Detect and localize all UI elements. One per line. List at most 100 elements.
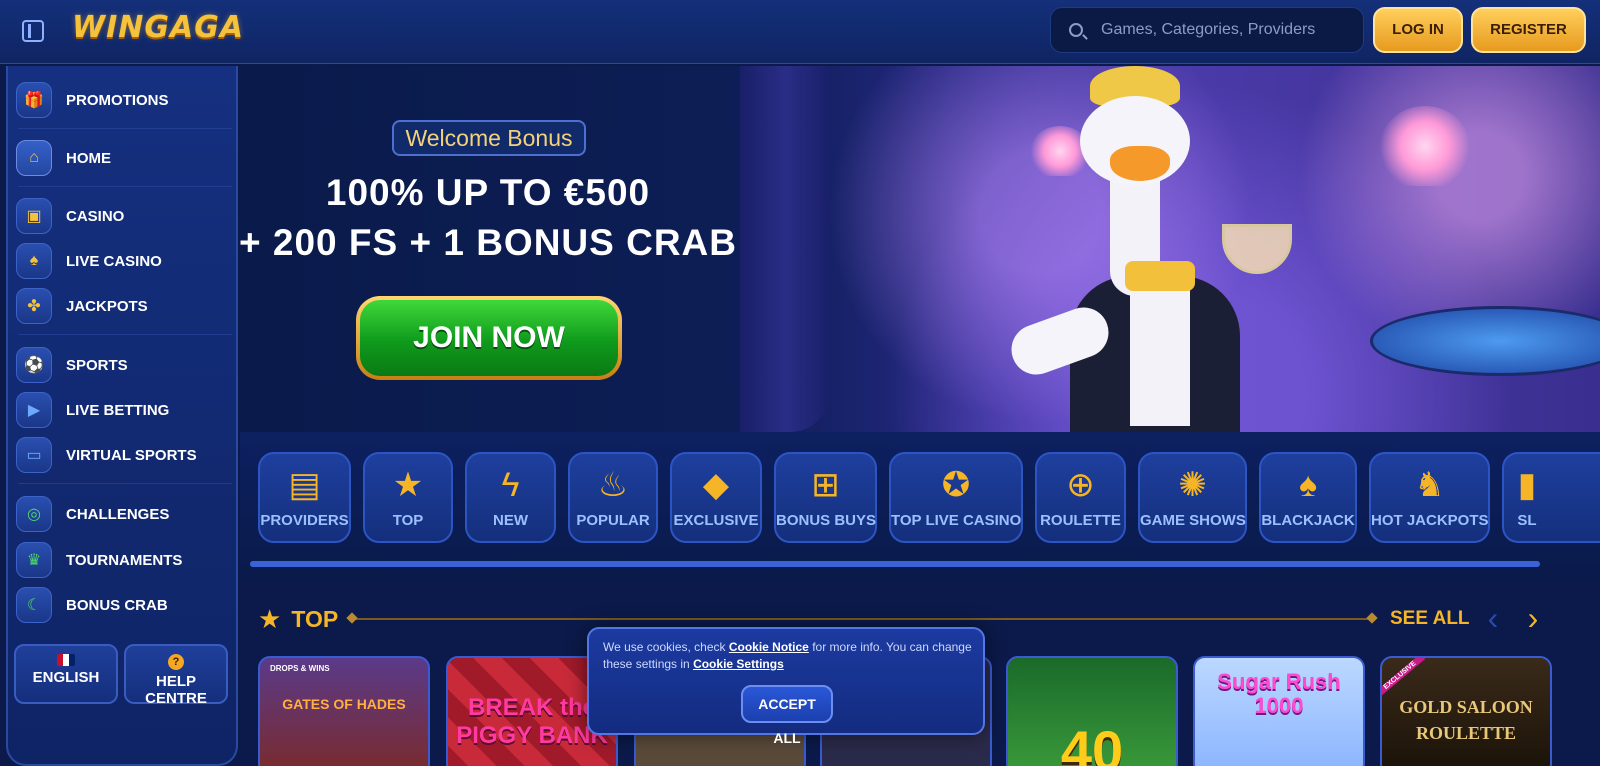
- language-button[interactable]: ENGLISH: [14, 644, 118, 704]
- play-icon: ▶: [16, 392, 52, 428]
- top-header: WINGAGA LOG IN REGISTER: [0, 0, 1600, 64]
- sidebar-item-label: SPORTS: [66, 356, 128, 374]
- sidebar-item-promotions[interactable]: 🎁 PROMOTIONS: [16, 80, 230, 120]
- search-input[interactable]: [1101, 8, 1356, 52]
- chandelier-decoration: [1380, 106, 1470, 186]
- site-logo[interactable]: WINGAGA: [72, 10, 244, 45]
- category-top[interactable]: ★ TOP: [363, 452, 453, 543]
- roulette-icon: ⊕: [1066, 466, 1095, 504]
- game-title: GATES OF HADES: [282, 696, 406, 712]
- category-slots[interactable]: ▮ SL: [1502, 452, 1600, 543]
- category-label: NEW: [493, 512, 528, 529]
- gift-box-icon: ⊞: [811, 466, 840, 504]
- soccer-ball-icon: ⚽: [16, 347, 52, 383]
- sidebar-item-casino[interactable]: ▣ CASINO: [16, 196, 230, 236]
- question-icon: ?: [168, 654, 184, 670]
- sidebar-divider: [18, 186, 232, 187]
- cookie-notice-link[interactable]: Cookie Notice: [729, 640, 809, 654]
- sidebar-item-live-betting[interactable]: ▶ LIVE BETTING: [16, 390, 230, 430]
- sidebar-item-label: LIVE CASINO: [66, 252, 162, 270]
- medal-icon: ✪: [941, 466, 971, 504]
- game-badge: DROPS & WINS: [270, 664, 330, 673]
- hero-headline: 100% UP TO €500: [325, 172, 651, 213]
- category-label: GAME SHOWS: [1140, 512, 1246, 529]
- book-icon: ▤: [288, 466, 321, 504]
- section-divider: [352, 618, 1372, 620]
- exclusive-badge: EXCLUSIVE: [1382, 658, 1426, 698]
- crab-icon: ☾: [16, 587, 52, 623]
- join-now-label: JOIN NOW: [360, 300, 618, 376]
- category-label: TOP LIVE CASINO: [891, 512, 1022, 529]
- lightning-icon: ϟ: [501, 466, 520, 504]
- slot-icon: ▮: [1517, 466, 1537, 504]
- chevron-right-icon[interactable]: ›: [1518, 600, 1548, 636]
- category-new[interactable]: ϟ NEW: [465, 452, 556, 543]
- category-top-live-casino[interactable]: ✪ TOP LIVE CASINO: [889, 452, 1023, 543]
- clover-icon: ✤: [16, 288, 52, 324]
- see-all-link[interactable]: SEE ALL: [1390, 608, 1470, 630]
- sidebar-item-sports[interactable]: ⚽ SPORTS: [16, 345, 230, 385]
- language-label: ENGLISH: [32, 669, 100, 686]
- category-bonus-buys[interactable]: ⊞ BONUS BUYS: [774, 452, 877, 543]
- section-title: TOP: [291, 606, 339, 632]
- help-centre-button[interactable]: ? HELP CENTRE: [124, 644, 228, 707]
- sidebar-item-live-casino[interactable]: ♠ LIVE CASINO: [16, 241, 230, 281]
- category-roulette[interactable]: ⊕ ROULETTE: [1035, 452, 1126, 543]
- star-icon: ★: [258, 604, 282, 634]
- category-exclusive[interactable]: ◆ EXCLUSIVE: [670, 452, 762, 543]
- live-dealer-icon: ♠: [16, 243, 52, 279]
- sidebar-item-label: CHALLENGES: [66, 505, 170, 523]
- search-icon: [1069, 23, 1083, 37]
- category-label: ROULETTE: [1040, 512, 1121, 529]
- scrollbar-thumb[interactable]: [250, 561, 1540, 567]
- category-scrollbar[interactable]: [250, 561, 1540, 567]
- gamepad-icon: ▭: [16, 437, 52, 473]
- game-tile[interactable]: EXCLUSIVE GOLD SALOON ROULETTE: [1380, 656, 1552, 766]
- category-hot-jackpots[interactable]: ♞ HOT JACKPOTS: [1369, 452, 1490, 543]
- curtain-decoration: [740, 66, 830, 432]
- sidebar-item-tournaments[interactable]: ♛ TOURNAMENTS: [16, 540, 230, 580]
- sidebar-item-label: LIVE BETTING: [66, 401, 170, 419]
- sidebar-item-home[interactable]: ⌂ HOME: [16, 138, 230, 178]
- chevron-left-icon[interactable]: ‹: [1478, 600, 1508, 636]
- category-label: BLACKJACK: [1261, 512, 1355, 529]
- category-label: PROVIDERS: [260, 512, 349, 529]
- game-tile[interactable]: DROPS & WINS GATES OF HADES: [258, 656, 430, 766]
- sidebar-item-label: CASINO: [66, 207, 125, 225]
- category-label: EXCLUSIVE: [673, 512, 759, 529]
- category-game-shows[interactable]: ✺ GAME SHOWS: [1138, 452, 1247, 543]
- welcome-bonus-badge: Welcome Bonus: [392, 120, 586, 156]
- sidebar-item-jackpots[interactable]: ✤ JACKPOTS: [16, 286, 230, 326]
- cookie-settings-link[interactable]: Cookie Settings: [693, 657, 784, 671]
- category-popular[interactable]: ♨ POPULAR: [568, 452, 658, 543]
- sidebar-item-label: HOME: [66, 149, 111, 167]
- game-tile[interactable]: Sugar Rush 1000: [1193, 656, 1365, 766]
- search-box[interactable]: [1050, 7, 1364, 53]
- sidebar-divider: [18, 483, 232, 484]
- sidebar-item-label: PROMOTIONS: [66, 91, 169, 109]
- sidebar-item-label: TOURNAMENTS: [66, 551, 183, 569]
- sidebar-toggle-icon[interactable]: [22, 20, 44, 42]
- target-icon: ◎: [16, 496, 52, 532]
- sidebar-divider: [18, 334, 232, 335]
- login-button[interactable]: LOG IN: [1373, 7, 1463, 53]
- register-button[interactable]: REGISTER: [1471, 7, 1586, 53]
- sidebar-item-bonus-crab[interactable]: ☾ BONUS CRAB: [16, 585, 230, 625]
- game-title: GOLD SALOON ROULETTE: [1399, 697, 1533, 743]
- category-providers[interactable]: ▤ PROVIDERS: [258, 452, 351, 543]
- sidebar-item-virtual-sports[interactable]: ▭ VIRTUAL SPORTS: [16, 435, 230, 475]
- help-label: HELP CENTRE: [145, 673, 207, 707]
- category-label: TOP: [392, 512, 424, 529]
- gift-icon: 🎁: [16, 82, 52, 118]
- category-blackjack[interactable]: ♠ BLACKJACK: [1259, 452, 1357, 543]
- uk-flag-icon: [57, 654, 75, 666]
- game-tile[interactable]: 40: [1006, 656, 1178, 766]
- category-label: POPULAR: [576, 512, 650, 529]
- join-now-button[interactable]: JOIN NOW: [356, 296, 622, 380]
- sidebar-item-challenges[interactable]: ◎ CHALLENGES: [16, 494, 230, 534]
- game-title: 40: [1060, 719, 1124, 766]
- sidebar-item-label: JACKPOTS: [66, 297, 148, 315]
- goose-mascot: [960, 66, 1340, 432]
- pot-icon: ♞: [1414, 466, 1445, 504]
- accept-all-button[interactable]: ACCEPT ALL: [741, 685, 833, 746]
